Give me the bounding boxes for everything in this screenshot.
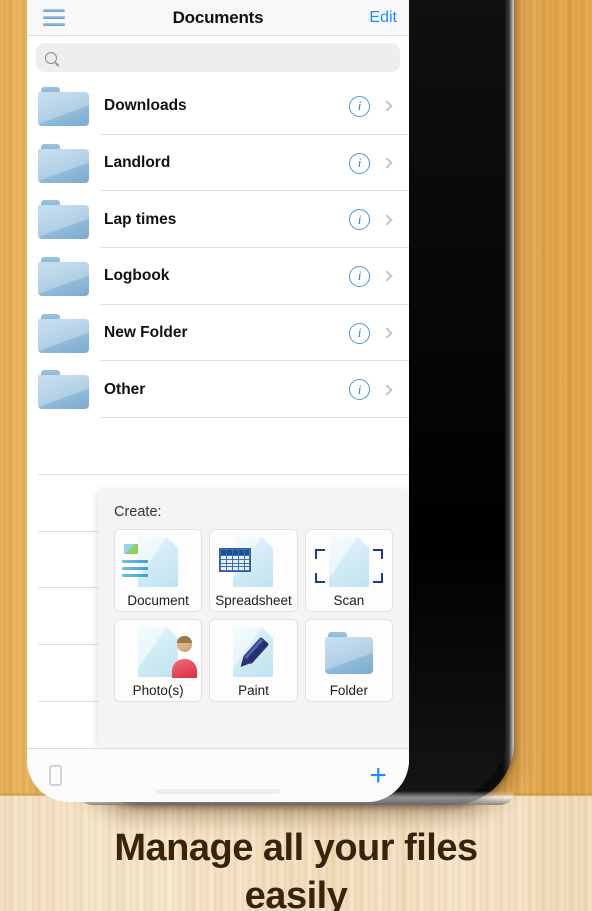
info-icon[interactable]: i <box>349 322 370 344</box>
create-folder-button[interactable]: Folder <box>304 619 393 702</box>
create-photos-button[interactable]: Photo(s) <box>114 619 203 702</box>
device-phone-icon[interactable] <box>49 765 62 786</box>
create-paint-button[interactable]: Paint <box>209 619 298 702</box>
file-name-label: Landlord <box>104 154 171 172</box>
caption-line-2: easily <box>244 875 348 911</box>
info-icon[interactable]: i <box>349 152 370 174</box>
table-row[interactable]: Logbook i <box>27 248 409 305</box>
chevron-right-icon[interactable] <box>381 214 393 226</box>
tile-label: Scan <box>333 593 365 608</box>
search-bar[interactable] <box>36 43 400 72</box>
search-icon <box>45 51 57 64</box>
create-spreadsheet-button[interactable]: Spreadsheet <box>209 529 298 612</box>
table-row[interactable]: Lap times i <box>27 191 409 249</box>
folder-icon <box>38 256 89 296</box>
caption-line-1: Manage all your files <box>114 827 478 869</box>
create-scan-button[interactable]: Scan <box>304 529 393 612</box>
file-name-label: Logbook <box>104 267 170 285</box>
create-document-button[interactable]: Document <box>114 529 203 612</box>
chevron-right-icon[interactable] <box>381 327 393 339</box>
chevron-right-icon[interactable] <box>381 157 393 169</box>
photos-icon <box>115 624 201 682</box>
tile-label: Folder <box>329 683 368 698</box>
chevron-right-icon[interactable] <box>381 384 393 396</box>
folder-icon <box>38 143 89 183</box>
scan-icon <box>306 534 392 592</box>
edit-button[interactable]: Edit <box>369 9 397 27</box>
table-row[interactable]: Other i <box>27 361 409 419</box>
promo-caption: Manage all your files easily <box>0 824 592 911</box>
file-name-label: Lap times <box>104 210 177 228</box>
page-title: Documents <box>172 7 264 27</box>
home-indicator <box>156 789 280 794</box>
bottom-toolbar: + <box>27 748 409 802</box>
tile-label: Paint <box>238 683 269 698</box>
file-name-label: Other <box>104 380 146 398</box>
folder-icon <box>306 624 392 682</box>
document-icon <box>115 534 201 592</box>
chevron-right-icon[interactable] <box>381 270 393 283</box>
table-row[interactable]: New Folder i <box>27 305 409 362</box>
tile-label: Photo(s) <box>132 683 184 698</box>
phone-screen: Documents Edit Downloads i Landlord i La… <box>27 0 409 802</box>
tile-label: Document <box>127 593 189 608</box>
info-icon[interactable]: i <box>349 379 370 401</box>
file-name-label: New Folder <box>104 324 188 342</box>
folder-icon <box>38 313 89 353</box>
create-label: Create: <box>114 504 162 520</box>
chevron-right-icon[interactable] <box>381 100 393 113</box>
info-icon[interactable]: i <box>349 209 370 231</box>
search-container <box>27 36 409 78</box>
search-input[interactable] <box>64 49 391 66</box>
paint-icon <box>210 624 296 682</box>
add-button[interactable]: + <box>369 760 387 790</box>
table-row[interactable]: Landlord i <box>27 135 409 192</box>
info-icon[interactable]: i <box>349 95 370 117</box>
folder-icon <box>38 370 89 410</box>
navigation-bar: Documents Edit <box>27 0 409 36</box>
folder-icon <box>38 86 89 126</box>
tile-label: Spreadsheet <box>215 593 292 608</box>
empty-row <box>27 418 409 475</box>
create-tile-grid: Document Spreadsheet Scan Photo(s) Paint… <box>114 529 393 702</box>
file-name-label: Downloads <box>104 97 187 115</box>
table-row[interactable]: Downloads i <box>27 78 409 135</box>
spreadsheet-icon <box>210 534 296 592</box>
info-icon[interactable]: i <box>349 265 370 287</box>
folder-icon <box>38 200 89 240</box>
create-popup-panel: Create: Document Spreadsheet Scan Photo(… <box>98 490 409 748</box>
